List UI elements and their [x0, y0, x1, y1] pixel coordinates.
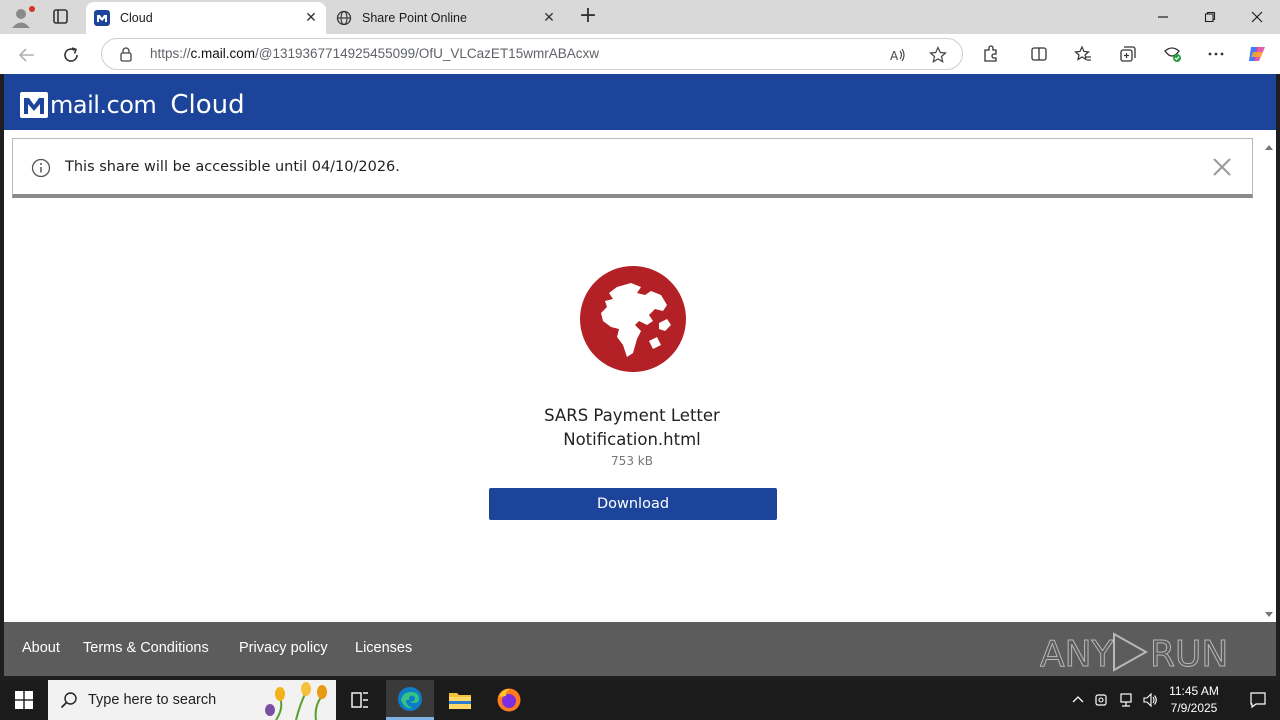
windows-start-icon[interactable] [0, 680, 48, 720]
notification-center-icon[interactable] [1236, 680, 1280, 720]
scroll-up-arrow-icon[interactable] [1264, 138, 1274, 150]
taskbar-search-box[interactable]: Type here to search [48, 680, 336, 720]
favorites-icon[interactable] [1072, 43, 1094, 65]
read-aloud-icon[interactable]: A [888, 45, 908, 65]
world-globe-icon [579, 265, 687, 373]
close-notice-icon[interactable] [1210, 155, 1234, 179]
scroll-down-arrow-icon[interactable] [1264, 604, 1274, 617]
collections-icon[interactable] [1117, 43, 1139, 65]
mail-com-logo-icon [20, 92, 48, 118]
share-expiry-notice: This share will be accessible until 04/1… [12, 138, 1253, 198]
restore-icon[interactable] [1187, 0, 1233, 34]
notice-text: This share will be accessible until 04/1… [65, 159, 400, 175]
footer-link-about[interactable]: About [22, 640, 60, 656]
product-name: Cloud [170, 90, 245, 120]
meet-now-icon[interactable] [1092, 690, 1112, 710]
browser-tab-bar: Cloud ✕ Share Point Online ✕ + [0, 0, 1280, 34]
footer-link-terms[interactable]: Terms & Conditions [83, 640, 209, 656]
close-tab-icon[interactable]: ✕ [302, 9, 320, 27]
mail-com-logo[interactable]: mail.com Cloud [20, 88, 245, 122]
footer-link-privacy[interactable]: Privacy policy [239, 640, 328, 656]
close-tab-icon[interactable]: ✕ [540, 9, 558, 27]
file-size: 753 kB [611, 454, 653, 468]
lock-icon[interactable] [118, 46, 134, 62]
minimize-icon[interactable] [1140, 0, 1186, 34]
tab-share-point-online[interactable]: Share Point Online ✕ [328, 2, 564, 34]
favorite-star-icon[interactable] [928, 45, 948, 65]
browser-toolbar: https://c.mail.com/@1319367714925455099/… [0, 34, 1280, 74]
extensions-icon[interactable] [980, 43, 1002, 65]
anyrun-watermark: ANY RUN [1040, 630, 1240, 676]
tab-cloud[interactable]: Cloud ✕ [86, 2, 326, 34]
browser-essentials-icon[interactable] [1161, 43, 1183, 65]
more-menu-icon[interactable] [1205, 43, 1227, 65]
task-view-icon[interactable] [336, 680, 384, 720]
url-text: https://c.mail.com/@1319367714925455099/… [150, 46, 599, 61]
system-clock[interactable]: 11:45 AM 7/9/2025 [1160, 683, 1228, 717]
profile-icon[interactable] [8, 4, 36, 30]
svg-text:A: A [890, 49, 899, 63]
search-placeholder: Type here to search [88, 692, 217, 708]
site-header: mail.com Cloud [4, 74, 1276, 130]
firefox-icon[interactable] [485, 680, 533, 720]
edge-browser-icon[interactable] [386, 680, 434, 720]
search-icon [60, 691, 78, 709]
svg-text:ANY: ANY [1040, 634, 1115, 674]
screen: Cloud ✕ Share Point Online ✕ + https://c… [0, 0, 1280, 720]
brand-name: mail.com [50, 91, 157, 119]
volume-icon[interactable] [1140, 690, 1160, 710]
download-button[interactable]: Download [489, 488, 777, 520]
tab-title: Share Point Online [362, 11, 467, 25]
address-bar[interactable]: https://c.mail.com/@1319367714925455099/… [101, 38, 963, 70]
svg-text:RUN: RUN [1150, 634, 1228, 674]
new-tab-button[interactable]: + [576, 5, 600, 29]
site-footer: About Terms & Conditions Privacy policy … [4, 622, 1276, 676]
web-page: mail.com Cloud This share will be access… [4, 74, 1276, 676]
copilot-icon[interactable] [1246, 43, 1268, 65]
back-icon[interactable] [14, 42, 40, 68]
refresh-icon[interactable] [58, 42, 84, 68]
mail-com-icon [94, 10, 110, 26]
tulips-decoration-icon [256, 680, 336, 720]
footer-link-licenses[interactable]: Licenses [355, 640, 412, 656]
file-explorer-icon[interactable] [436, 680, 484, 720]
show-hidden-icons-icon[interactable] [1068, 690, 1088, 710]
network-icon[interactable] [1116, 690, 1136, 710]
close-window-icon[interactable] [1234, 0, 1280, 34]
info-icon [31, 158, 51, 178]
file-name: SARS Payment Letter Notification.html [544, 406, 720, 449]
globe-icon [336, 10, 352, 26]
windows-taskbar: Type here to search 11:45 AM 7/9/2025 [0, 680, 1280, 720]
split-screen-icon[interactable] [1028, 43, 1050, 65]
tab-title: Cloud [120, 11, 153, 25]
tab-actions-icon[interactable] [46, 5, 74, 29]
